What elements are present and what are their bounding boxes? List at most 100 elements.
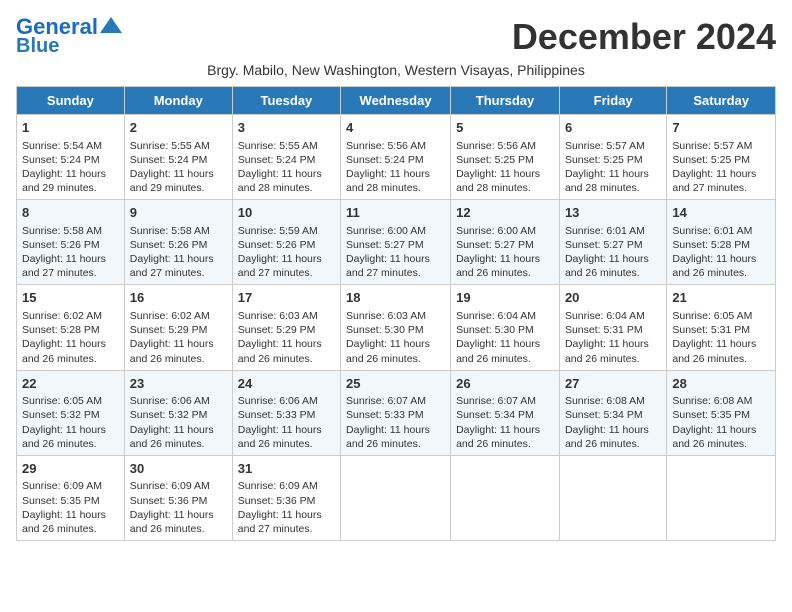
- sunrise-text: Sunrise: 6:02 AM: [130, 310, 210, 322]
- calendar-cell: [559, 455, 666, 540]
- logo-subtext: Blue: [16, 36, 59, 56]
- sunrise-text: Sunrise: 6:09 AM: [130, 480, 210, 492]
- daylight-text: Daylight: 11 hours and 28 minutes.: [456, 168, 540, 194]
- daylight-text: Daylight: 11 hours and 26 minutes.: [672, 338, 756, 364]
- calendar-cell: 27Sunrise: 6:08 AMSunset: 5:34 PMDayligh…: [559, 370, 666, 455]
- sunset-text: Sunset: 5:26 PM: [130, 239, 208, 251]
- sunrise-text: Sunrise: 6:09 AM: [238, 480, 318, 492]
- calendar-cell: [451, 455, 560, 540]
- calendar-cell: 19Sunrise: 6:04 AMSunset: 5:30 PMDayligh…: [451, 285, 560, 370]
- sunrise-text: Sunrise: 6:07 AM: [456, 395, 536, 407]
- sunset-text: Sunset: 5:36 PM: [130, 495, 208, 507]
- daylight-text: Daylight: 11 hours and 26 minutes.: [565, 338, 649, 364]
- day-number: 20: [565, 289, 661, 307]
- month-title: December 2024: [512, 16, 776, 58]
- sunrise-text: Sunrise: 6:08 AM: [672, 395, 752, 407]
- sunrise-text: Sunrise: 6:05 AM: [22, 395, 102, 407]
- sunrise-text: Sunrise: 6:01 AM: [565, 225, 645, 237]
- day-number: 29: [22, 460, 119, 478]
- day-number: 1: [22, 119, 119, 137]
- day-number: 6: [565, 119, 661, 137]
- sunset-text: Sunset: 5:32 PM: [22, 409, 100, 421]
- day-number: 5: [456, 119, 554, 137]
- day-number: 15: [22, 289, 119, 307]
- calendar-cell: [667, 455, 776, 540]
- day-number: 31: [238, 460, 335, 478]
- daylight-text: Daylight: 11 hours and 26 minutes.: [22, 424, 106, 450]
- calendar-cell: 24Sunrise: 6:06 AMSunset: 5:33 PMDayligh…: [232, 370, 340, 455]
- col-header-thursday: Thursday: [451, 87, 560, 115]
- sunset-text: Sunset: 5:24 PM: [238, 154, 316, 166]
- sunrise-text: Sunrise: 6:00 AM: [456, 225, 536, 237]
- day-number: 24: [238, 375, 335, 393]
- daylight-text: Daylight: 11 hours and 26 minutes.: [346, 338, 430, 364]
- daylight-text: Daylight: 11 hours and 26 minutes.: [672, 253, 756, 279]
- calendar-table: SundayMondayTuesdayWednesdayThursdayFrid…: [16, 86, 776, 541]
- calendar-cell: 26Sunrise: 6:07 AMSunset: 5:34 PMDayligh…: [451, 370, 560, 455]
- daylight-text: Daylight: 11 hours and 27 minutes.: [238, 509, 322, 535]
- sunrise-text: Sunrise: 5:57 AM: [565, 140, 645, 152]
- day-number: 10: [238, 204, 335, 222]
- logo: General Blue: [16, 16, 122, 56]
- day-number: 12: [456, 204, 554, 222]
- sunset-text: Sunset: 5:27 PM: [346, 239, 424, 251]
- daylight-text: Daylight: 11 hours and 29 minutes.: [130, 168, 214, 194]
- daylight-text: Daylight: 11 hours and 27 minutes.: [22, 253, 106, 279]
- daylight-text: Daylight: 11 hours and 27 minutes.: [238, 253, 322, 279]
- sunset-text: Sunset: 5:24 PM: [130, 154, 208, 166]
- sunrise-text: Sunrise: 6:04 AM: [456, 310, 536, 322]
- sunrise-text: Sunrise: 6:03 AM: [238, 310, 318, 322]
- sunset-text: Sunset: 5:27 PM: [565, 239, 643, 251]
- sunrise-text: Sunrise: 5:56 AM: [456, 140, 536, 152]
- calendar-cell: 31Sunrise: 6:09 AMSunset: 5:36 PMDayligh…: [232, 455, 340, 540]
- daylight-text: Daylight: 11 hours and 26 minutes.: [456, 424, 540, 450]
- daylight-text: Daylight: 11 hours and 28 minutes.: [346, 168, 430, 194]
- col-header-monday: Monday: [124, 87, 232, 115]
- day-number: 8: [22, 204, 119, 222]
- calendar-cell: 29Sunrise: 6:09 AMSunset: 5:35 PMDayligh…: [17, 455, 125, 540]
- day-number: 9: [130, 204, 227, 222]
- sunrise-text: Sunrise: 6:09 AM: [22, 480, 102, 492]
- sunrise-text: Sunrise: 5:55 AM: [238, 140, 318, 152]
- sunset-text: Sunset: 5:24 PM: [22, 154, 100, 166]
- calendar-cell: 14Sunrise: 6:01 AMSunset: 5:28 PMDayligh…: [667, 200, 776, 285]
- daylight-text: Daylight: 11 hours and 26 minutes.: [238, 338, 322, 364]
- sunrise-text: Sunrise: 6:06 AM: [130, 395, 210, 407]
- sunset-text: Sunset: 5:26 PM: [238, 239, 316, 251]
- day-number: 14: [672, 204, 770, 222]
- sunrise-text: Sunrise: 5:55 AM: [130, 140, 210, 152]
- sunset-text: Sunset: 5:28 PM: [672, 239, 750, 251]
- calendar-cell: 5Sunrise: 5:56 AMSunset: 5:25 PMDaylight…: [451, 115, 560, 200]
- calendar-cell: [341, 455, 451, 540]
- daylight-text: Daylight: 11 hours and 27 minutes.: [672, 168, 756, 194]
- daylight-text: Daylight: 11 hours and 29 minutes.: [22, 168, 106, 194]
- sunrise-text: Sunrise: 6:06 AM: [238, 395, 318, 407]
- sunrise-text: Sunrise: 5:56 AM: [346, 140, 426, 152]
- daylight-text: Daylight: 11 hours and 28 minutes.: [565, 168, 649, 194]
- calendar-cell: 30Sunrise: 6:09 AMSunset: 5:36 PMDayligh…: [124, 455, 232, 540]
- day-number: 2: [130, 119, 227, 137]
- day-number: 19: [456, 289, 554, 307]
- col-header-saturday: Saturday: [667, 87, 776, 115]
- calendar-cell: 13Sunrise: 6:01 AMSunset: 5:27 PMDayligh…: [559, 200, 666, 285]
- sunset-text: Sunset: 5:34 PM: [565, 409, 643, 421]
- calendar-cell: 18Sunrise: 6:03 AMSunset: 5:30 PMDayligh…: [341, 285, 451, 370]
- sunrise-text: Sunrise: 5:58 AM: [130, 225, 210, 237]
- daylight-text: Daylight: 11 hours and 26 minutes.: [238, 424, 322, 450]
- calendar-cell: 20Sunrise: 6:04 AMSunset: 5:31 PMDayligh…: [559, 285, 666, 370]
- calendar-cell: 6Sunrise: 5:57 AMSunset: 5:25 PMDaylight…: [559, 115, 666, 200]
- sunrise-text: Sunrise: 6:02 AM: [22, 310, 102, 322]
- page-header: General Blue December 2024: [16, 16, 776, 58]
- calendar-cell: 21Sunrise: 6:05 AMSunset: 5:31 PMDayligh…: [667, 285, 776, 370]
- calendar-cell: 1Sunrise: 5:54 AMSunset: 5:24 PMDaylight…: [17, 115, 125, 200]
- day-number: 17: [238, 289, 335, 307]
- col-header-tuesday: Tuesday: [232, 87, 340, 115]
- sunset-text: Sunset: 5:25 PM: [672, 154, 750, 166]
- calendar-cell: 12Sunrise: 6:00 AMSunset: 5:27 PMDayligh…: [451, 200, 560, 285]
- sunset-text: Sunset: 5:35 PM: [22, 495, 100, 507]
- sunrise-text: Sunrise: 5:57 AM: [672, 140, 752, 152]
- sunrise-text: Sunrise: 6:05 AM: [672, 310, 752, 322]
- sunset-text: Sunset: 5:35 PM: [672, 409, 750, 421]
- day-number: 7: [672, 119, 770, 137]
- daylight-text: Daylight: 11 hours and 26 minutes.: [130, 509, 214, 535]
